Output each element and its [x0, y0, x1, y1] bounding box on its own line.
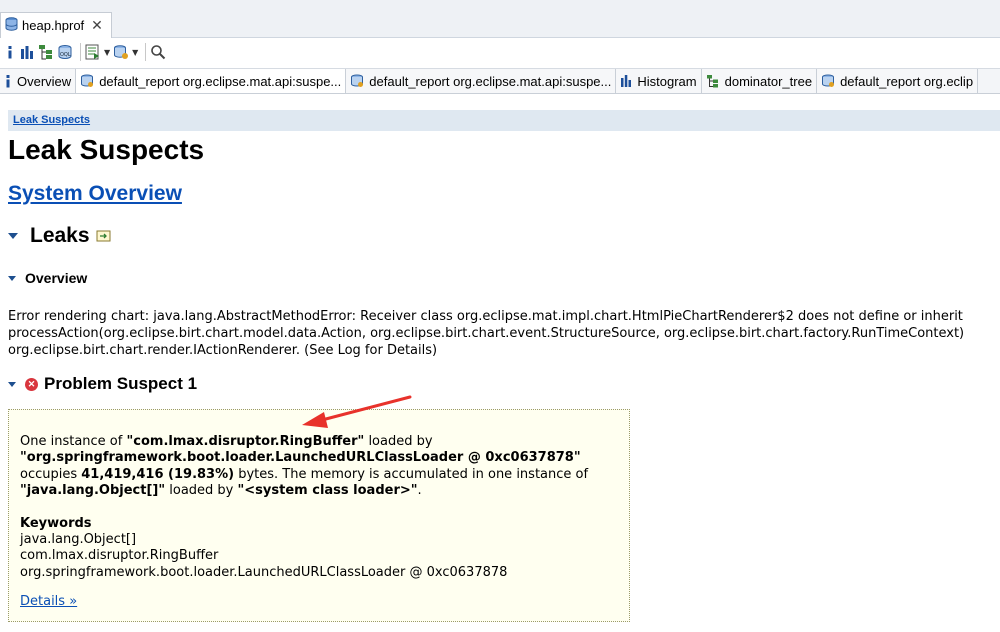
toolbar-separator — [80, 43, 81, 61]
details-link[interactable]: Details » — [20, 594, 619, 610]
tab-label: dominator_tree — [724, 73, 813, 89]
keywords-label: Keywords — [20, 515, 92, 531]
tree-icon — [706, 74, 720, 88]
editor-tab-bar: Overview default_report org.eclipse.mat.… — [0, 68, 1000, 94]
tab-label: default_report org.eclipse.mat.api:suspe… — [369, 73, 612, 89]
text: One instance of — [20, 434, 127, 449]
suspect-class-loader: "org.springframework.boot.loader.Launche… — [20, 450, 581, 466]
text: . — [417, 483, 422, 499]
chart-error-message: Error rendering chart: java.lang.Abstrac… — [8, 308, 1000, 359]
histogram-icon — [21, 46, 33, 59]
error-line: processAction(org.eclipse.birt.chart.mod… — [8, 326, 965, 341]
retained-size: 41,419,416 (19.83%) — [81, 466, 235, 482]
expand-toggle-icon[interactable] — [8, 233, 18, 239]
problem-suspect-heading: ✕ Problem Suspect 1 — [8, 374, 197, 394]
histogram-button[interactable] — [19, 41, 35, 63]
oql-button[interactable]: OQL — [57, 41, 73, 63]
tab-default-report-3[interactable]: default_report org.eclip — [817, 69, 979, 93]
tree-icon — [39, 45, 52, 60]
error-line: Error rendering chart: java.lang.Abstrac… — [8, 309, 963, 324]
leaks-heading: Leaks — [8, 224, 112, 248]
text: bytes. The memory is accumulated in one … — [234, 466, 589, 482]
expand-toggle-icon[interactable] — [8, 381, 16, 387]
error-icon: ✕ — [25, 377, 38, 391]
dominator-tree-button[interactable] — [38, 41, 54, 63]
search-button[interactable] — [150, 41, 166, 63]
breadcrumb: Leak Suspects — [8, 110, 1000, 131]
tab-label: Overview — [17, 73, 72, 89]
error-line: org.eclipse.birt.chart.render.IActionRen… — [8, 343, 438, 358]
query-icon — [114, 45, 129, 59]
tab-default-report-2[interactable]: default_report org.eclipse.mat.api:suspe… — [346, 69, 617, 93]
suspect-class-name: "com.lmax.disruptor.RingBuffer" — [126, 434, 365, 449]
system-overview-heading: System Overview — [8, 182, 182, 206]
problem-suspect-label: Problem Suspect 1 — [44, 374, 198, 393]
file-tab-label: heap.hprof — [22, 18, 85, 33]
oql-icon: OQL — [58, 45, 72, 60]
info-button[interactable] — [4, 41, 16, 63]
tab-label: Histogram — [637, 73, 697, 89]
toolbar-separator — [145, 43, 147, 61]
system-overview-link[interactable]: System Overview — [8, 182, 182, 205]
text: loaded by — [165, 483, 238, 499]
overview-heading: Overview — [8, 270, 87, 286]
svg-text:OQL: OQL — [60, 52, 71, 58]
tab-label: default_report org.eclipse.mat.api:suspe… — [99, 73, 342, 89]
tab-histogram[interactable]: Histogram — [616, 69, 702, 93]
tab-default-report-1[interactable]: default_report org.eclipse.mat.api:suspe… — [76, 69, 347, 93]
file-tab-strip: heap.hprof ✕ — [0, 0, 1000, 38]
keyword-item: java.lang.Object[] — [20, 532, 137, 548]
open-in-editor-icon[interactable] — [96, 229, 112, 243]
file-tab-heap[interactable]: heap.hprof ✕ — [0, 12, 112, 38]
suspect-description-box: One instance of "com.lmax.disruptor.Ring… — [8, 409, 630, 622]
text: loaded by — [364, 434, 433, 449]
keyword-item: org.springframework.boot.loader.Launched… — [20, 564, 508, 580]
database-icon — [5, 17, 18, 34]
report-icon — [350, 74, 364, 88]
tab-overview[interactable]: Overview — [0, 69, 77, 93]
search-icon — [151, 45, 166, 60]
chevron-down-icon[interactable]: ▼ — [132, 48, 138, 57]
run-report-button[interactable]: ▼ — [85, 41, 110, 63]
info-icon — [8, 46, 12, 59]
info-icon — [4, 74, 12, 88]
toolbar: OQL ▼ ▼ — [0, 38, 1000, 66]
overview-heading-label: Overview — [25, 270, 88, 286]
report-icon — [80, 74, 94, 88]
page-title: Leak Suspects — [8, 134, 205, 165]
suspect-description: One instance of "com.lmax.disruptor.Ring… — [20, 434, 619, 500]
close-icon[interactable]: ✕ — [91, 17, 103, 34]
accumulation-class: "java.lang.Object[]" — [20, 483, 166, 499]
tab-dominator-tree[interactable]: dominator_tree — [701, 69, 818, 93]
query-browser-button[interactable]: ▼ — [113, 41, 138, 63]
system-class-loader: "<system class loader>" — [237, 483, 418, 499]
tab-label: default_report org.eclip — [840, 73, 974, 89]
text: occupies — [20, 466, 82, 482]
report-content: Leak Suspects Leak Suspects System Overv… — [8, 110, 1000, 632]
report-icon — [821, 74, 835, 88]
chevron-down-icon[interactable]: ▼ — [104, 48, 110, 57]
keyword-item: com.lmax.disruptor.RingBuffer — [20, 548, 219, 564]
histogram-icon — [620, 74, 632, 88]
expand-toggle-icon[interactable] — [8, 275, 16, 281]
report-run-icon — [85, 44, 99, 60]
leaks-heading-label: Leaks — [30, 224, 90, 247]
breadcrumb-link-leak-suspects[interactable]: Leak Suspects — [13, 114, 90, 126]
tab-strip-top — [0, 0, 1000, 12]
